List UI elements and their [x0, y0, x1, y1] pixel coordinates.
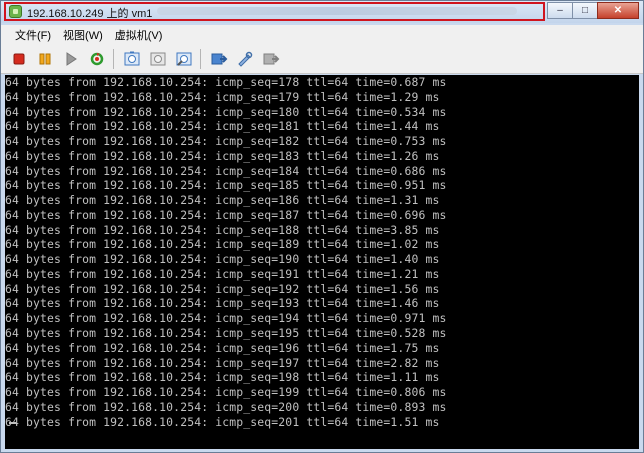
terminal-output: 64 bytes from 192.168.10.254: icmp_seq=1… [5, 75, 639, 429]
terminal-line: 64 bytes from 192.168.10.254: icmp_seq=2… [5, 399, 447, 414]
stop-icon [13, 53, 25, 65]
menu-bar: 文件(F) 视图(W) 虚拟机(V) [1, 25, 643, 45]
terminal-line: 64 bytes from 192.168.10.254: icmp_seq=1… [5, 385, 447, 400]
suspend-button[interactable] [33, 47, 57, 71]
vm-console-window: 192.168.10.249 上的 vm1 – □ ✕ 文件(F) 视图(W) … [0, 0, 644, 453]
reset-button[interactable] [85, 47, 109, 71]
play-icon [66, 52, 77, 66]
terminal-line: 64 bytes from 192.168.10.254: icmp_seq=1… [5, 355, 440, 370]
title-bar[interactable]: 192.168.10.249 上的 vm1 – □ ✕ [1, 1, 643, 23]
console-screen[interactable]: 64 bytes from 192.168.10.254: icmp_seq=1… [5, 75, 639, 449]
terminal-line: 64 bytes from 192.168.10.254: icmp_seq=1… [5, 340, 440, 355]
terminal-line: 64 bytes from 192.168.10.254: icmp_seq=1… [5, 222, 440, 237]
terminal-line: 64 bytes from 192.168.10.254: icmp_seq=1… [5, 134, 447, 149]
terminal-line: 64 bytes from 192.168.10.254: icmp_seq=1… [5, 252, 440, 267]
terminal-line: 64 bytes from 192.168.10.254: icmp_seq=2… [5, 414, 440, 429]
maximize-button[interactable]: □ [572, 2, 598, 19]
edit-settings-icon [238, 51, 253, 67]
close-button[interactable]: ✕ [597, 2, 639, 19]
snapshot-manager-button[interactable] [172, 47, 196, 71]
revert-snapshot-icon [150, 52, 166, 66]
terminal-line: 64 bytes from 192.168.10.254: icmp_seq=1… [5, 266, 440, 281]
disconnect-device-button[interactable] [259, 47, 283, 71]
manage-snapshot-icon [176, 52, 192, 66]
terminal-cursor [9, 422, 16, 424]
toolbar [1, 45, 643, 74]
terminal-line: 64 bytes from 192.168.10.254: icmp_seq=1… [5, 296, 440, 311]
snapshot-icon [124, 51, 140, 66]
window-controls: – □ ✕ [547, 2, 639, 19]
power-on-button[interactable] [59, 47, 83, 71]
minimize-button[interactable]: – [547, 2, 573, 19]
terminal-line: 64 bytes from 192.168.10.254: icmp_seq=1… [5, 75, 447, 89]
terminal-line: 64 bytes from 192.168.10.254: icmp_seq=1… [5, 281, 440, 296]
terminal-line: 64 bytes from 192.168.10.254: icmp_seq=1… [5, 237, 440, 252]
terminal-line: 64 bytes from 192.168.10.254: icmp_seq=1… [5, 163, 447, 178]
terminal-line: 64 bytes from 192.168.10.254: icmp_seq=1… [5, 311, 447, 326]
terminal-line: 64 bytes from 192.168.10.254: icmp_seq=1… [5, 178, 447, 193]
take-snapshot-button[interactable] [120, 47, 144, 71]
menu-view[interactable]: 视图(W) [63, 27, 103, 43]
connect-device-button[interactable] [207, 47, 231, 71]
window-title: 192.168.10.249 上的 vm1 [27, 8, 153, 20]
menu-vm[interactable]: 虚拟机(V) [115, 27, 163, 43]
terminal-line: 64 bytes from 192.168.10.254: icmp_seq=1… [5, 193, 440, 208]
terminal-line: 64 bytes from 192.168.10.254: icmp_seq=1… [5, 119, 440, 134]
terminal-line: 64 bytes from 192.168.10.254: icmp_seq=1… [5, 104, 447, 119]
terminal-line: 64 bytes from 192.168.10.254: icmp_seq=1… [5, 370, 440, 385]
menu-file[interactable]: 文件(F) [15, 27, 51, 43]
toolbar-separator [113, 49, 114, 69]
edit-settings-button[interactable] [233, 47, 257, 71]
terminal-line: 64 bytes from 192.168.10.254: icmp_seq=1… [5, 148, 440, 163]
title-blurred-region [157, 7, 517, 15]
connect-device-icon [211, 53, 228, 65]
power-off-button[interactable] [7, 47, 31, 71]
vsphere-app-icon [9, 5, 22, 18]
terminal-line: 64 bytes from 192.168.10.254: icmp_seq=1… [5, 89, 440, 104]
toolbar-separator [200, 49, 201, 69]
terminal-line: 64 bytes from 192.168.10.254: icmp_seq=1… [5, 207, 447, 222]
revert-snapshot-button[interactable] [146, 47, 170, 71]
reset-icon [90, 52, 104, 66]
terminal-line: 64 bytes from 192.168.10.254: icmp_seq=1… [5, 326, 447, 341]
disconnect-device-icon [263, 53, 280, 65]
pause-icon [39, 53, 51, 65]
